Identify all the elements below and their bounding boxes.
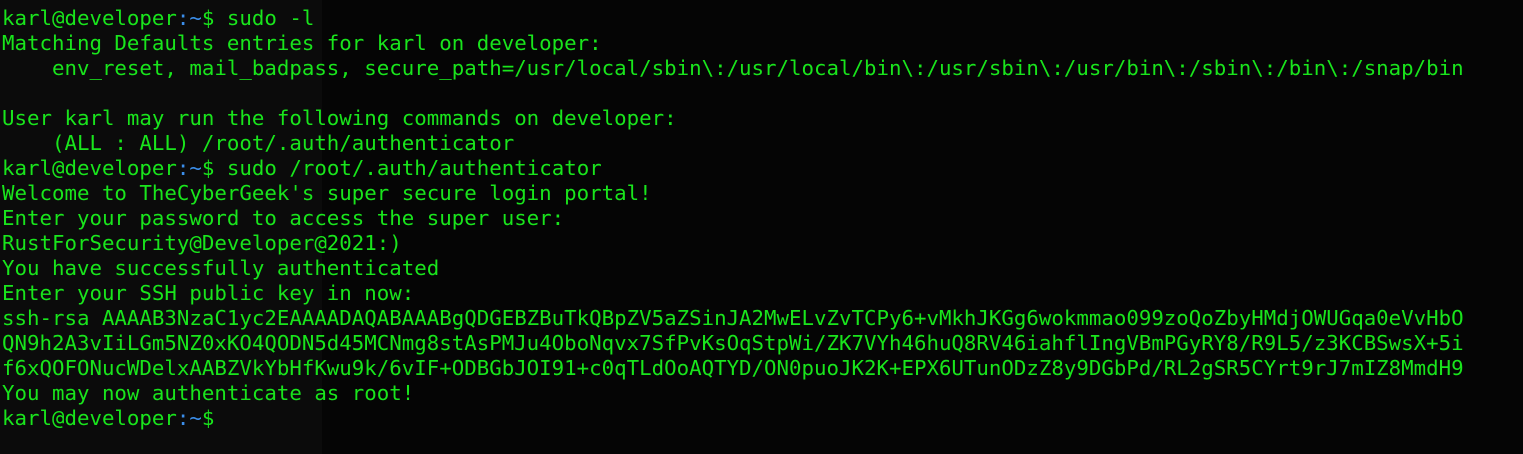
prompt-user-host: karl@developer (2, 406, 177, 430)
output-line: RustForSecurity@Developer@2021:) (2, 231, 402, 255)
terminal-window[interactable]: karl@developer:~$ sudo -l Matching Defaul… (0, 0, 1523, 454)
output-line: env_reset, mail_badpass, secure_path=/us… (2, 56, 1464, 80)
prompt-user-host: karl@developer (2, 156, 177, 180)
output-line: User karl may run the following commands… (2, 106, 677, 130)
prompt-line: karl@developer:~$ sudo -l (2, 6, 1523, 31)
output-line: (ALL : ALL) /root/.auth/authenticator (2, 131, 515, 155)
command-text[interactable]: sudo -l (227, 6, 314, 30)
output-line: You have successfully authenticated (2, 256, 440, 280)
output-line: You may now authenticate as root! (2, 381, 415, 405)
prompt-path: :~ (176, 6, 202, 30)
prompt-sign: $ (201, 6, 227, 30)
prompt-user-host: karl@developer (2, 6, 177, 30)
output-line: ssh-rsa AAAAB3NzaC1yc2EAAAADAQABAAABgQDG… (2, 306, 1464, 330)
prompt-sign: $ (201, 156, 227, 180)
prompt-line: karl@developer:~$ sudo /root/.auth/authe… (2, 156, 1523, 181)
command-text[interactable]: sudo /root/.auth/authenticator (227, 156, 602, 180)
prompt-line: karl@developer:~$ (2, 406, 1523, 431)
output-line: Enter your SSH public key in now: (2, 281, 415, 305)
prompt-sign: $ (201, 406, 227, 430)
terminal-output[interactable]: karl@developer:~$ sudo -l Matching Defaul… (2, 6, 1523, 431)
output-line: Enter your password to access the super … (2, 206, 565, 230)
output-line: f6xQOFONucWDelxAABZVkYbHfKwu9k/6vIF+ODBG… (2, 356, 1464, 380)
output-line: Welcome to TheCyberGeek's super secure l… (2, 181, 652, 205)
prompt-path: :~ (176, 156, 202, 180)
prompt-path: :~ (176, 406, 202, 430)
output-line: Matching Defaults entries for karl on de… (2, 31, 602, 55)
output-line: QN9h2A3vIiLGm5NZ0xKO4QODN5d45MCNmg8stAsP… (2, 331, 1464, 355)
